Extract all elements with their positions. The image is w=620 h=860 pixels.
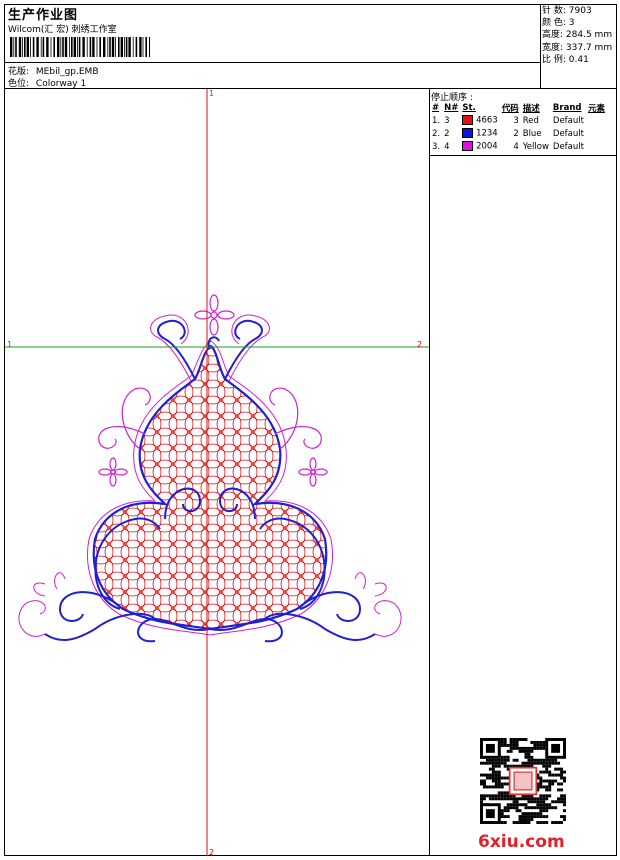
table-row: 1. 3 4663 3 Red Default (432, 115, 584, 126)
color-swatch (462, 141, 474, 152)
bottom-scrolls (44, 591, 376, 643)
watermark-logo: 6xiu.com (478, 832, 565, 852)
axis-label-h-right: 2 (417, 340, 423, 349)
sidebar-divider (429, 88, 430, 856)
colorway-value: Colorway 1 (35, 79, 87, 89)
qr-code (480, 738, 566, 824)
page-title: 生产作业图 (8, 8, 79, 23)
stat-stitches: 针 数: 7903 (542, 6, 592, 16)
meta-divider (4, 62, 540, 63)
embroidery-canvas (5, 89, 429, 856)
axis-label-v-top: 1 (209, 89, 215, 98)
side-flowers (98, 457, 328, 487)
top-flower (194, 294, 235, 336)
fill-lattice (93, 346, 327, 629)
stats-divider (540, 4, 541, 88)
table-divider (429, 155, 617, 156)
table-header-row: # N# St. 代码 描述 Brand 元素 (432, 102, 605, 114)
barcode (10, 37, 150, 57)
stat-scale: 比 例: 0.41 (542, 54, 589, 65)
axis-label-h-left: 1 (7, 340, 13, 349)
stat-colors: 颜 色: 3 (542, 18, 575, 29)
stat-height: 高度: 284.5 mm (542, 30, 613, 41)
table-row: 2. 2 1234 2 Blue Default (432, 128, 584, 139)
colorway-row: 色位: Colorway 1 (8, 76, 86, 89)
studio-subtitle: Wilcom(汇 宏) 刺绣工作室 (8, 25, 117, 35)
stop-sequence-table: # N# St. 代码 描述 Brand 元素 1. 3 4663 3 Red De… (430, 101, 607, 153)
table-row: 3. 4 2004 4 Yellow Default (432, 141, 584, 152)
axis-label-v-bottom: 2 (209, 848, 215, 857)
color-swatch (462, 115, 474, 126)
stats-panel: 针 数: 7903 颜 色: 3 高度: 284.5 mm 宽度: 337.7 … (542, 5, 612, 66)
side-scrolls (98, 387, 322, 450)
stat-width: 宽度: 337.7 mm (542, 42, 613, 53)
color-swatch (462, 128, 474, 139)
colorway-label: 色位: (8, 79, 30, 89)
